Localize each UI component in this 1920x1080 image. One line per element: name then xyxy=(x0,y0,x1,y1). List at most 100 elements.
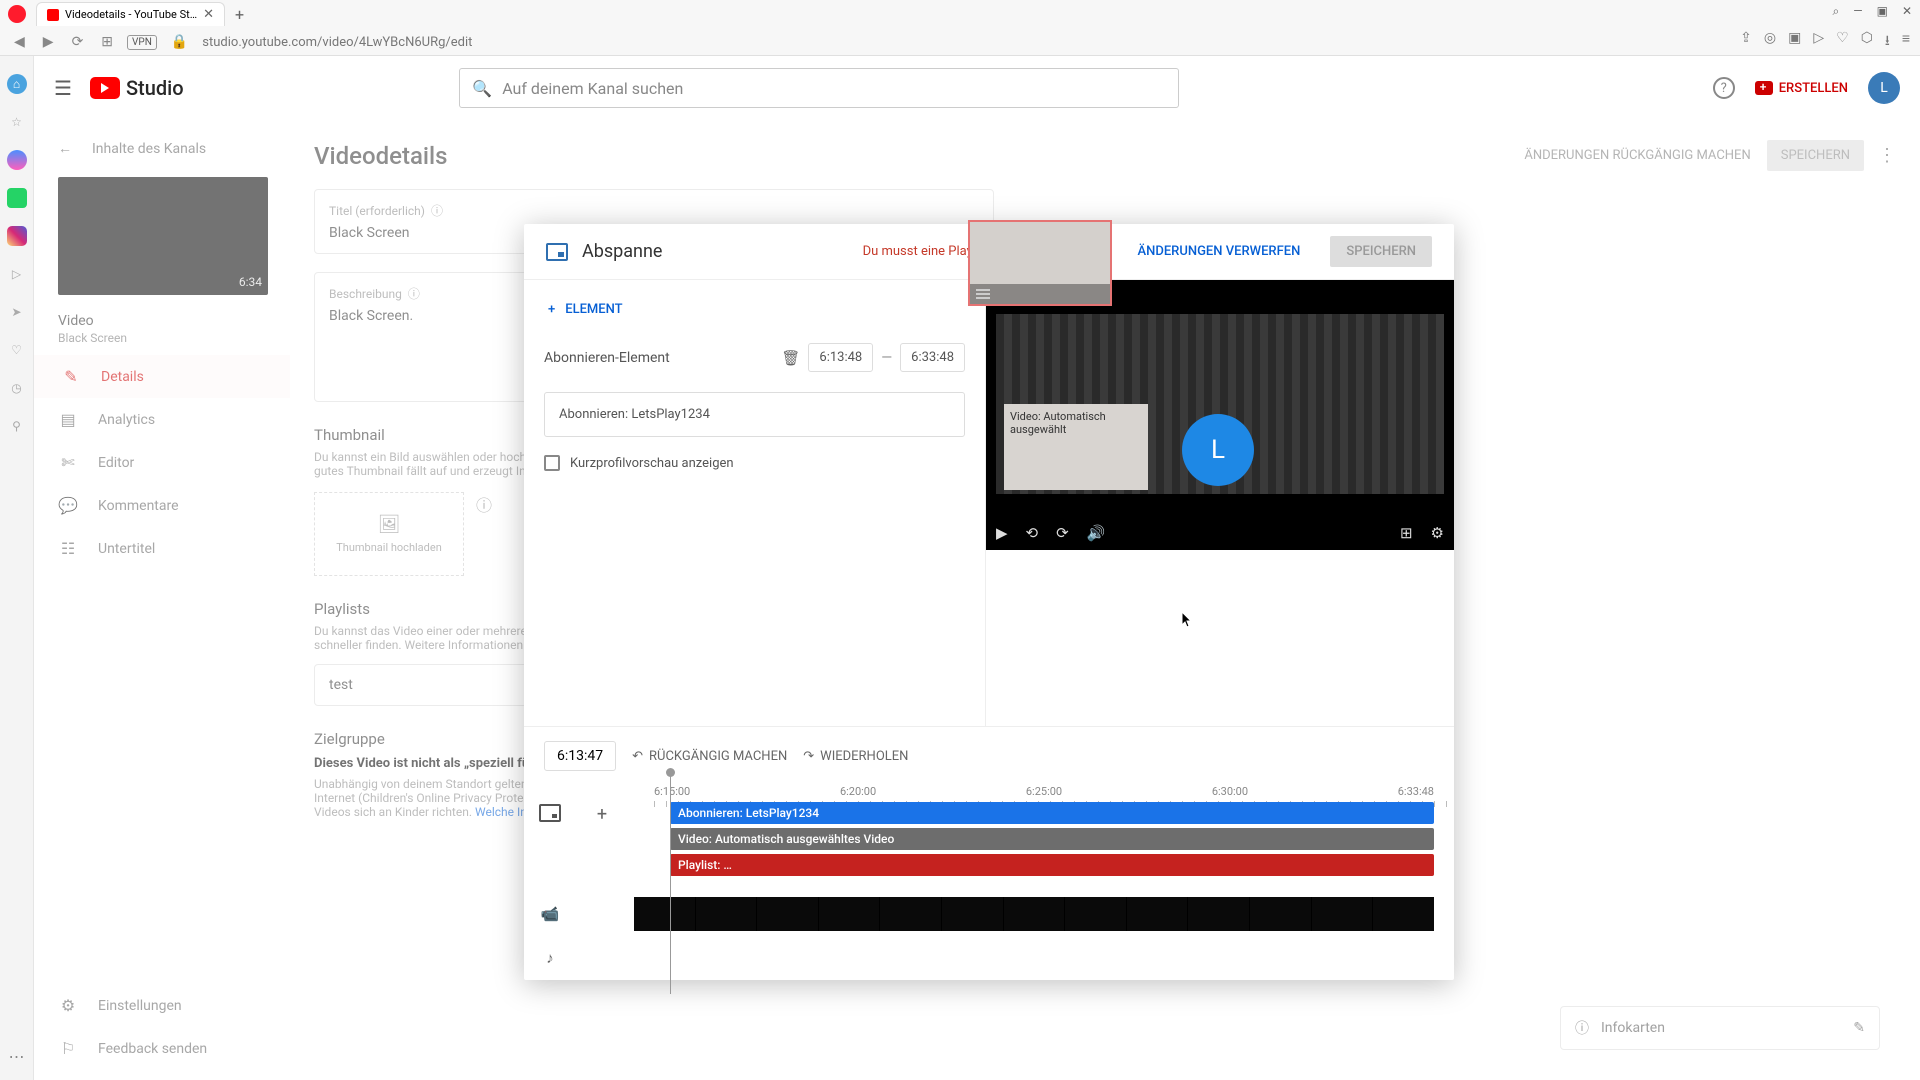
preview-checkbox-row[interactable]: Kurzprofilvorschau anzeigen xyxy=(544,455,965,471)
messenger-icon[interactable] xyxy=(7,150,27,170)
timeline-current-time[interactable]: 6:13:47 xyxy=(544,741,616,771)
back-label: Inhalte des Kanals xyxy=(92,141,206,157)
subscribe-element-box[interactable]: Abonnieren: LetsPlay1234 xyxy=(544,392,965,437)
back-to-content[interactable]: ← Inhalte des Kanals xyxy=(34,132,290,165)
studio-logo[interactable]: Studio xyxy=(90,76,184,100)
preview-video-element[interactable]: Video: Automatisch ausgewählt xyxy=(1004,404,1148,490)
instagram-icon[interactable] xyxy=(7,226,27,246)
arrow-left-icon: ← xyxy=(58,140,72,157)
new-tab-button[interactable]: + xyxy=(235,5,244,24)
addr-action-icon[interactable]: ◎ xyxy=(1764,30,1776,54)
more-options-icon[interactable]: ⋮ xyxy=(1878,145,1896,166)
nav-editor[interactable]: ✄Editor xyxy=(34,441,290,484)
nav-feedback[interactable]: ⚐Feedback senden xyxy=(34,1027,290,1070)
send-icon[interactable]: ➤ xyxy=(7,302,27,322)
youtube-favicon-icon xyxy=(47,9,59,21)
browser-tab[interactable]: Videodetails - YouTube St… ✕ xyxy=(36,2,225,26)
tab-bar: Videodetails - YouTube St… ✕ + ⌕ — ▣ ✕ xyxy=(0,0,1920,28)
whatsapp-icon[interactable] xyxy=(7,188,27,208)
discard-button[interactable]: ÄNDERUNGEN VERWERFEN xyxy=(1137,244,1300,259)
upload-icon: 🖼 xyxy=(378,514,401,535)
heart-icon[interactable]: ♡ xyxy=(1836,30,1849,54)
avatar[interactable]: L xyxy=(1868,72,1900,104)
timeline-ruler[interactable]: 6:15:00 6:20:00 6:25:00 6:30:00 6:33:48 xyxy=(654,785,1454,798)
audio-track[interactable] xyxy=(634,943,1434,973)
playhead[interactable] xyxy=(670,774,671,994)
help-small-icon[interactable]: ⓘ xyxy=(408,285,420,302)
end-time-input[interactable]: 6:33:48 xyxy=(900,343,965,372)
play-icon[interactable]: ▷ xyxy=(7,264,27,284)
heart-sidebar-icon[interactable]: ♡ xyxy=(7,340,27,360)
menu-icon[interactable]: ≡ xyxy=(1902,30,1910,54)
video-thumbnail[interactable]: 6:34 xyxy=(58,177,268,295)
forward-icon[interactable]: ⟳ xyxy=(1056,524,1069,542)
minimize-icon[interactable]: — xyxy=(1853,4,1862,19)
play-icon[interactable]: ▶ xyxy=(996,524,1008,542)
download-icon[interactable]: ⭳ xyxy=(1885,30,1890,54)
checkbox-icon[interactable] xyxy=(544,455,560,471)
delete-element-icon[interactable]: 🗑 xyxy=(781,349,800,367)
add-track-button[interactable]: + xyxy=(576,804,628,825)
volume-icon[interactable]: 🔊 xyxy=(1087,524,1106,542)
vpn-badge[interactable]: VPN xyxy=(127,35,157,50)
sidebar-more-icon[interactable]: ⋯ xyxy=(9,1047,25,1066)
help-small-icon[interactable]: ⓘ xyxy=(476,492,492,516)
preview-controls: ▶ ⟲ ⟳ 🔊 ⊞ ⚙ xyxy=(996,524,1444,542)
search-icon[interactable]: ⌕ xyxy=(1832,4,1839,19)
reload-icon[interactable]: ⟳ xyxy=(68,32,88,52)
track-subscribe[interactable]: Abonnieren: LetsPlay1234 xyxy=(670,802,1434,824)
hamburger-icon[interactable]: ☰ xyxy=(54,76,72,100)
studio-header: ☰ Studio 🔍 Auf deinem Kanal suchen ? ERS… xyxy=(34,56,1920,120)
rewind-icon[interactable]: ⟲ xyxy=(1026,524,1039,542)
nav-details[interactable]: ✎Details xyxy=(34,355,290,398)
undo-changes-button[interactable]: ÄNDERUNGEN RÜCKGÄNGIG MACHEN xyxy=(1524,148,1750,163)
help-icon[interactable]: ? xyxy=(1713,77,1735,99)
search-input[interactable]: 🔍 Auf deinem Kanal suchen xyxy=(459,68,1179,108)
redo-icon: ↷ xyxy=(803,749,814,764)
maximize-icon[interactable]: ▣ xyxy=(1877,4,1888,19)
grid-icon[interactable]: ⊞ xyxy=(1400,524,1413,542)
add-element-button[interactable]: + ELEMENT xyxy=(544,296,965,323)
track-playlist[interactable]: Playlist: … xyxy=(670,854,1434,876)
track-video[interactable]: Video: Automatisch ausgewähltes Video xyxy=(670,828,1434,850)
bookmarks-icon[interactable]: ☆ xyxy=(7,112,27,132)
addr-action-icon[interactable]: ▷ xyxy=(1813,30,1824,54)
addr-action-icon[interactable]: ⬡ xyxy=(1861,30,1873,54)
history-icon[interactable]: ◷ xyxy=(7,378,27,398)
start-time-input[interactable]: 6:13:48 xyxy=(808,343,873,372)
subtitles-icon: ☷ xyxy=(58,539,78,558)
speed-dial-icon[interactable]: ⊞ xyxy=(97,32,117,52)
preview-playlist-element[interactable] xyxy=(968,220,1112,306)
pinboard-icon[interactable]: ⚲ xyxy=(7,416,27,436)
forward-icon[interactable]: ▶ xyxy=(39,32,58,52)
lock-icon: 🔒 xyxy=(167,32,192,52)
endscreen-modal: Abspanne Du musst eine Playlist auswähle… xyxy=(524,224,1454,980)
video-track[interactable] xyxy=(634,897,1434,931)
help-small-icon[interactable]: ⓘ xyxy=(431,202,443,219)
feedback-icon: ⚐ xyxy=(58,1039,78,1058)
close-tab-icon[interactable]: ✕ xyxy=(203,7,214,22)
addr-action-icon[interactable]: ⇪ xyxy=(1740,30,1752,54)
back-icon[interactable]: ◀ xyxy=(10,32,29,52)
create-button[interactable]: ERSTELLEN xyxy=(1755,81,1848,96)
pencil-icon[interactable]: ✎ xyxy=(1853,1020,1865,1036)
preview-subscribe-element[interactable]: L xyxy=(1182,414,1254,486)
studio-nav: ← Inhalte des Kanals 6:34 Video Black Sc… xyxy=(34,120,290,1080)
workspace-icon[interactable]: ⌂ xyxy=(7,74,27,94)
nav-comments[interactable]: 💬Kommentare xyxy=(34,484,290,527)
modal-save-button: SPEICHERN xyxy=(1330,236,1432,267)
nav-settings[interactable]: ⚙Einstellungen xyxy=(34,984,290,1027)
video-preview[interactable]: Video: Automatisch ausgewählt L ▶ ⟲ ⟳ 🔊 … xyxy=(986,280,1454,550)
element-tracks[interactable]: Abonnieren: LetsPlay1234 Video: Automati… xyxy=(628,802,1434,880)
infocards-row[interactable]: ⓘ Infokarten ✎ xyxy=(1560,1006,1880,1050)
gear-icon[interactable]: ⚙ xyxy=(1431,524,1444,542)
close-window-icon[interactable]: ✕ xyxy=(1902,4,1912,19)
timeline-undo-button[interactable]: ↶RÜCKGÄNGIG MACHEN xyxy=(632,749,787,764)
modal-preview-panel: Video: Automatisch ausgewählt L ▶ ⟲ ⟳ 🔊 … xyxy=(986,280,1454,726)
nav-analytics[interactable]: ▤Analytics xyxy=(34,398,290,441)
thumbnail-upload[interactable]: 🖼 Thumbnail hochladen xyxy=(314,492,464,576)
timeline-redo-button[interactable]: ↷WIEDERHOLEN xyxy=(803,749,908,764)
addr-action-icon[interactable]: ▣ xyxy=(1788,30,1801,54)
nav-subtitles[interactable]: ☷Untertitel xyxy=(34,527,290,570)
url-text[interactable]: studio.youtube.com/video/4LwYBcN6URg/edi… xyxy=(202,35,1730,50)
